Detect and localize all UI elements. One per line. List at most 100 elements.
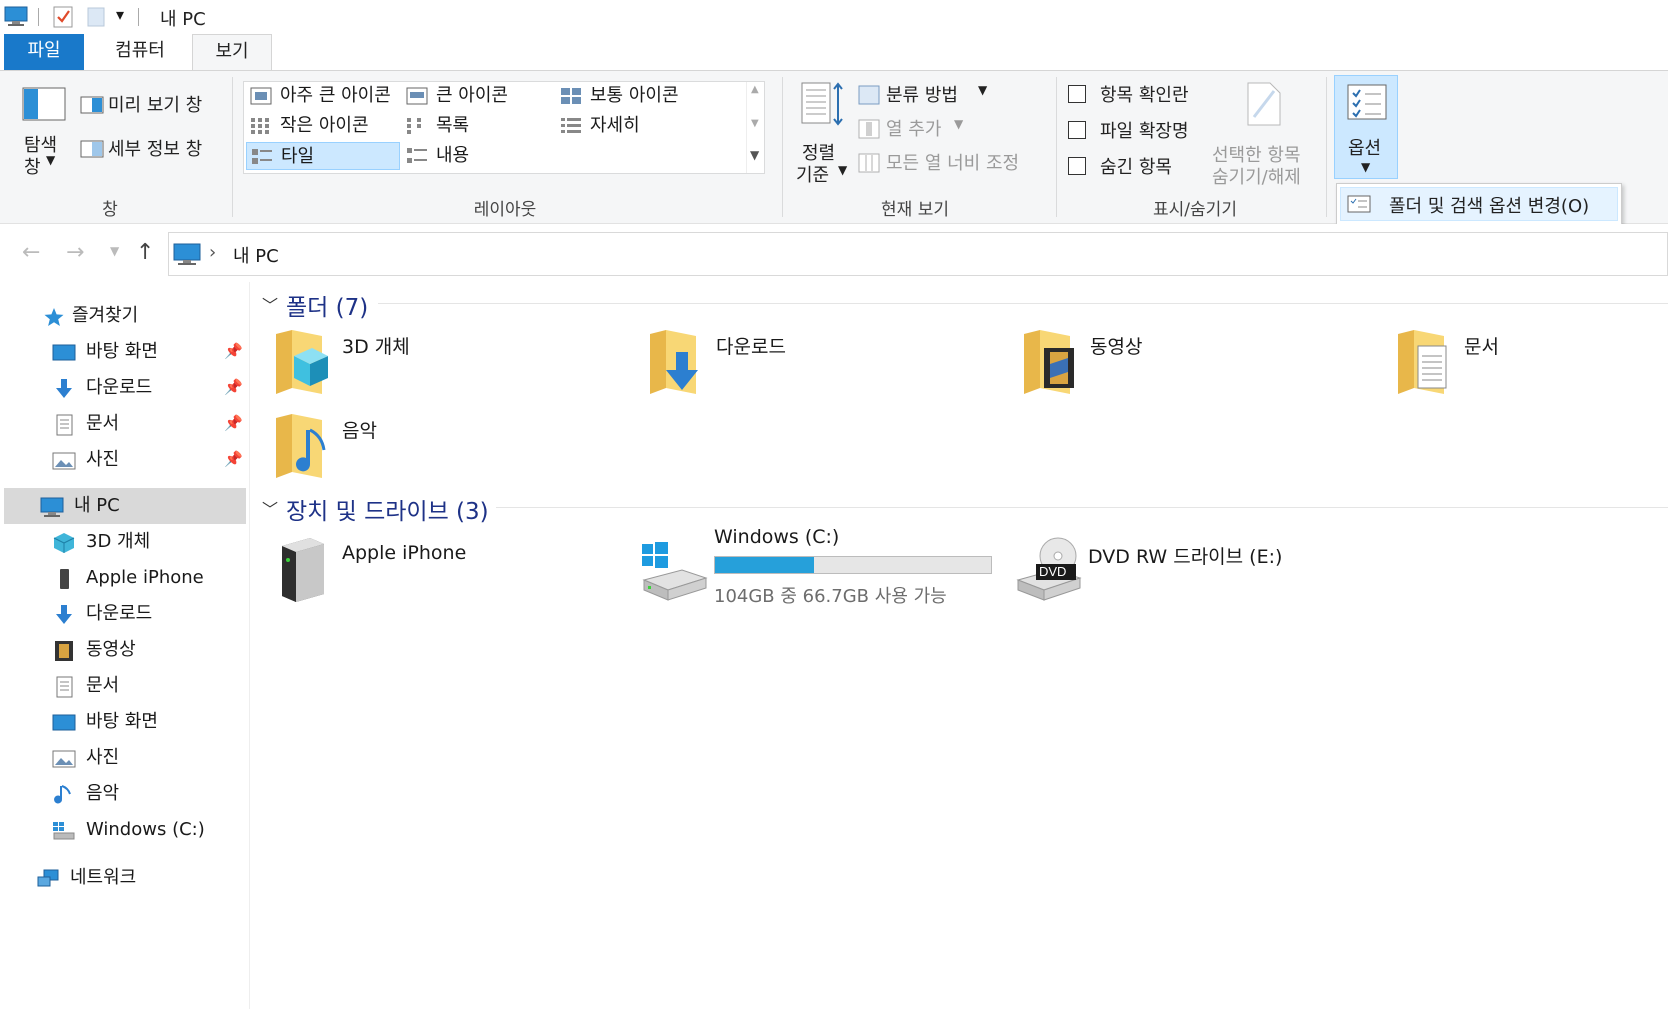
layout-small-icons[interactable]: 작은 아이콘 <box>246 112 369 140</box>
layout-content[interactable]: 내용 <box>402 142 469 170</box>
pin-icon[interactable]: 📌 <box>224 378 243 396</box>
new-folder-icon[interactable] <box>86 5 106 29</box>
navigation-pane-button[interactable]: 탐색 창 ▼ <box>18 87 70 187</box>
3d-cube-icon <box>53 533 75 553</box>
up-arrow-icon[interactable]: ↑ <box>136 240 154 265</box>
devices-section-header[interactable]: 장치 및 드라이브 (3) <box>286 492 489 526</box>
sidebar-item-downloads[interactable]: 다운로드 <box>52 596 242 632</box>
scroll-up-icon[interactable]: ▲ <box>751 84 759 95</box>
network-icon <box>37 869 59 887</box>
sidebar-item-apple-iphone[interactable]: Apple iPhone <box>52 560 242 596</box>
collapse-chevron-icon[interactable]: ﹀ <box>262 292 278 316</box>
collapse-chevron-icon[interactable]: ﹀ <box>262 496 278 520</box>
breadcrumb-this-pc[interactable]: 내 PC <box>233 242 279 268</box>
sidebar-item-pictures[interactable]: 사진 <box>52 740 242 776</box>
tab-computer[interactable]: 컴퓨터 <box>96 34 184 70</box>
size-all-columns-label: 모든 열 너비 조정 <box>886 153 1020 174</box>
sidebar-item-desktop[interactable]: 바탕 화면 <box>52 704 242 740</box>
chevron-down-icon: ▼ <box>46 153 56 167</box>
details-pane-button[interactable]: 세부 정보 창 <box>80 135 220 163</box>
sidebar-item-label: 다운로드 <box>86 603 153 624</box>
sidebar-item-videos[interactable]: 동영상 <box>52 632 242 668</box>
hide-selected-items-button[interactable]: 선택한 항목 숨기기/해제 <box>1210 81 1320 188</box>
customize-qa-dropdown[interactable]: ▾ <box>116 5 124 24</box>
file-extensions-toggle[interactable]: 파일 확장명 <box>1068 117 1208 145</box>
layout-label: 보통 아이콘 <box>590 85 679 106</box>
item-checkboxes-checkbox[interactable] <box>1068 85 1086 103</box>
gallery-expand-icon[interactable]: ▼ <box>750 148 759 162</box>
address-bar[interactable]: › 내 PC <box>168 232 1668 276</box>
pin-icon[interactable]: 📌 <box>224 414 243 432</box>
medium-icons-icon <box>561 88 581 104</box>
hidden-items-toggle[interactable]: 숨긴 항목 <box>1068 153 1208 181</box>
options-button[interactable]: 옵션 ▼ <box>1334 75 1398 179</box>
pin-icon[interactable]: 📌 <box>224 342 243 360</box>
recent-locations-chevron-icon[interactable]: ▼ <box>110 244 119 258</box>
hide-selected-icon <box>1247 82 1281 126</box>
group-divider <box>1056 77 1057 217</box>
folder-options-icon <box>1347 195 1371 213</box>
sidebar-item-documents-pinned[interactable]: 문서 <box>52 406 242 442</box>
sidebar-item-quick-access[interactable]: 즐겨찾기 <box>42 298 242 334</box>
sidebar-item-windows-c[interactable]: Windows (C:) <box>52 812 242 848</box>
forward-arrow-icon[interactable]: → <box>66 240 84 265</box>
chevron-down-icon: ▼ <box>978 83 988 97</box>
tiles-view-icon <box>252 149 272 164</box>
layout-medium-icons[interactable]: 보통 아이콘 <box>556 82 679 110</box>
properties-icon[interactable] <box>52 5 74 29</box>
preview-pane-button[interactable]: 미리 보기 창 <box>80 91 220 119</box>
content-area: ﹀ 폴더 (7) 3D 개체 다운로드 동영상 문서 음악 ﹀ 장치 및 드라이… <box>252 282 1668 1009</box>
tab-file[interactable]: 파일 <box>4 34 84 70</box>
item-checkboxes-label: 항목 확인란 <box>1100 85 1189 106</box>
sort-by-button[interactable]: 정렬 기준 ▼ <box>794 81 850 186</box>
group-label-layout: 레이아웃 <box>473 200 537 220</box>
sidebar-item-label: Apple iPhone <box>86 567 204 588</box>
scroll-down-icon[interactable]: ▼ <box>751 118 759 129</box>
folder-tile-music[interactable]: 음악 <box>272 412 652 488</box>
sidebar-item-desktop-pinned[interactable]: 바탕 화면 <box>52 334 242 370</box>
size-all-columns-button[interactable]: 모든 열 너비 조정 <box>858 149 1038 177</box>
layout-list[interactable]: 목록 <box>402 112 469 140</box>
file-extensions-checkbox[interactable] <box>1068 121 1086 139</box>
computer-icon[interactable] <box>4 5 28 27</box>
folders-section-header[interactable]: 폴더 (7) <box>286 288 368 322</box>
device-tile-dvd-drive[interactable]: DVD DVD RW 드라이브 (E:) <box>1014 536 1414 612</box>
gallery-scrollbar[interactable]: ▲ ▼ ▼ <box>746 82 764 173</box>
computer-icon <box>40 497 64 517</box>
sidebar-item-documents[interactable]: 문서 <box>52 668 242 704</box>
folder-tile-videos[interactable]: 동영상 <box>1020 328 1400 404</box>
add-columns-icon <box>858 119 880 139</box>
folder-tile-documents[interactable]: 문서 <box>1394 328 1664 404</box>
layout-large-icons[interactable]: 큰 아이콘 <box>402 82 508 110</box>
folder-tile-downloads[interactable]: 다운로드 <box>646 328 1026 404</box>
device-tile-apple-iphone[interactable]: Apple iPhone <box>272 536 642 612</box>
sidebar-item-label: 다운로드 <box>86 377 153 398</box>
sidebar-item-label: 바탕 화면 <box>86 341 158 362</box>
hidden-items-checkbox[interactable] <box>1068 157 1086 175</box>
sidebar-item-3d-objects[interactable]: 3D 개체 <box>52 524 242 560</box>
group-by-button[interactable]: 분류 방법 ▼ <box>858 81 1038 109</box>
layout-tiles[interactable]: 타일 <box>246 142 400 170</box>
change-folder-search-options-item[interactable]: 폴더 및 검색 옵션 변경(O) <box>1340 187 1618 221</box>
desktop-icon <box>52 714 76 731</box>
details-pane-icon <box>80 140 104 158</box>
sidebar-item-pictures-pinned[interactable]: 사진 <box>52 442 242 478</box>
sidebar-item-downloads-pinned[interactable]: 다운로드 <box>52 370 242 406</box>
sidebar-item-label: 내 PC <box>74 495 120 516</box>
back-arrow-icon[interactable]: ← <box>22 240 40 265</box>
sidebar-item-music[interactable]: 음악 <box>52 776 242 812</box>
sidebar-item-network[interactable]: 네트워크 <box>36 860 242 896</box>
layout-extra-large-icons[interactable]: 아주 큰 아이콘 <box>246 82 391 110</box>
sidebar-item-this-pc[interactable]: 내 PC <box>4 488 246 524</box>
pin-icon[interactable]: 📌 <box>224 450 243 468</box>
folder-tile-3d-objects[interactable]: 3D 개체 <box>272 328 652 404</box>
ribbon: 탐색 창 ▼ 미리 보기 창 세부 정보 창 창 아주 큰 아이콘 큰 아이콘 … <box>0 70 1668 225</box>
add-columns-button[interactable]: 열 추가 ▼ <box>858 115 1038 143</box>
layout-details[interactable]: 자세히 <box>556 112 640 140</box>
breadcrumb-separator[interactable]: › <box>209 242 216 263</box>
download-arrow-icon <box>56 379 72 398</box>
videos-folder-icon <box>1024 330 1074 394</box>
tab-view[interactable]: 보기 <box>192 34 272 71</box>
device-tile-windows-c[interactable]: Windows (C:) 104GB 중 66.7GB 사용 가능 <box>640 526 1020 616</box>
item-checkboxes-toggle[interactable]: 항목 확인란 <box>1068 81 1208 109</box>
